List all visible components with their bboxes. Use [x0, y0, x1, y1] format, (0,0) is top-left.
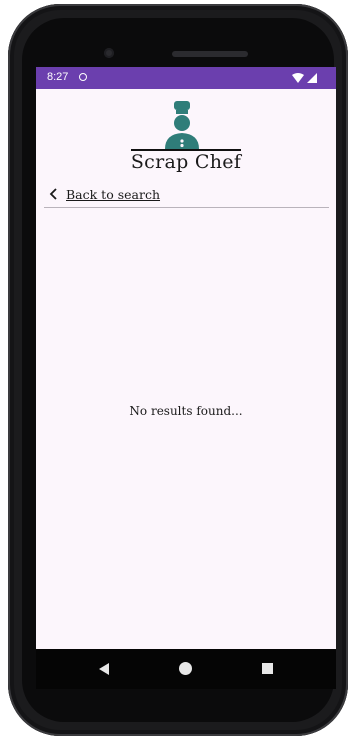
front-camera — [104, 48, 114, 58]
status-bar: 8:27 — [36, 67, 336, 89]
circle-home-icon[interactable] — [179, 662, 192, 675]
back-to-search-link[interactable]: Back to search — [48, 185, 160, 203]
earpiece-speaker — [172, 51, 248, 57]
empty-results-message: No results found... — [129, 404, 243, 418]
square-recents-icon[interactable] — [262, 663, 273, 674]
status-time: 8:27 — [47, 71, 69, 83]
header-divider — [44, 207, 329, 208]
triangle-back-icon[interactable] — [98, 662, 110, 676]
signal-icons — [292, 73, 317, 83]
back-to-search-label: Back to search — [66, 186, 161, 202]
chevron-left-icon — [49, 188, 57, 200]
wifi-icon — [292, 73, 304, 83]
chef-icon — [165, 101, 199, 149]
app-title: Scrap Chef — [130, 151, 242, 173]
cellular-signal-icon — [307, 73, 317, 83]
app-screen: 8:27 Scrap Chef Back to search No result… — [36, 67, 336, 649]
system-navigation-bar — [36, 649, 336, 689]
circle-notification-icon — [79, 73, 87, 81]
